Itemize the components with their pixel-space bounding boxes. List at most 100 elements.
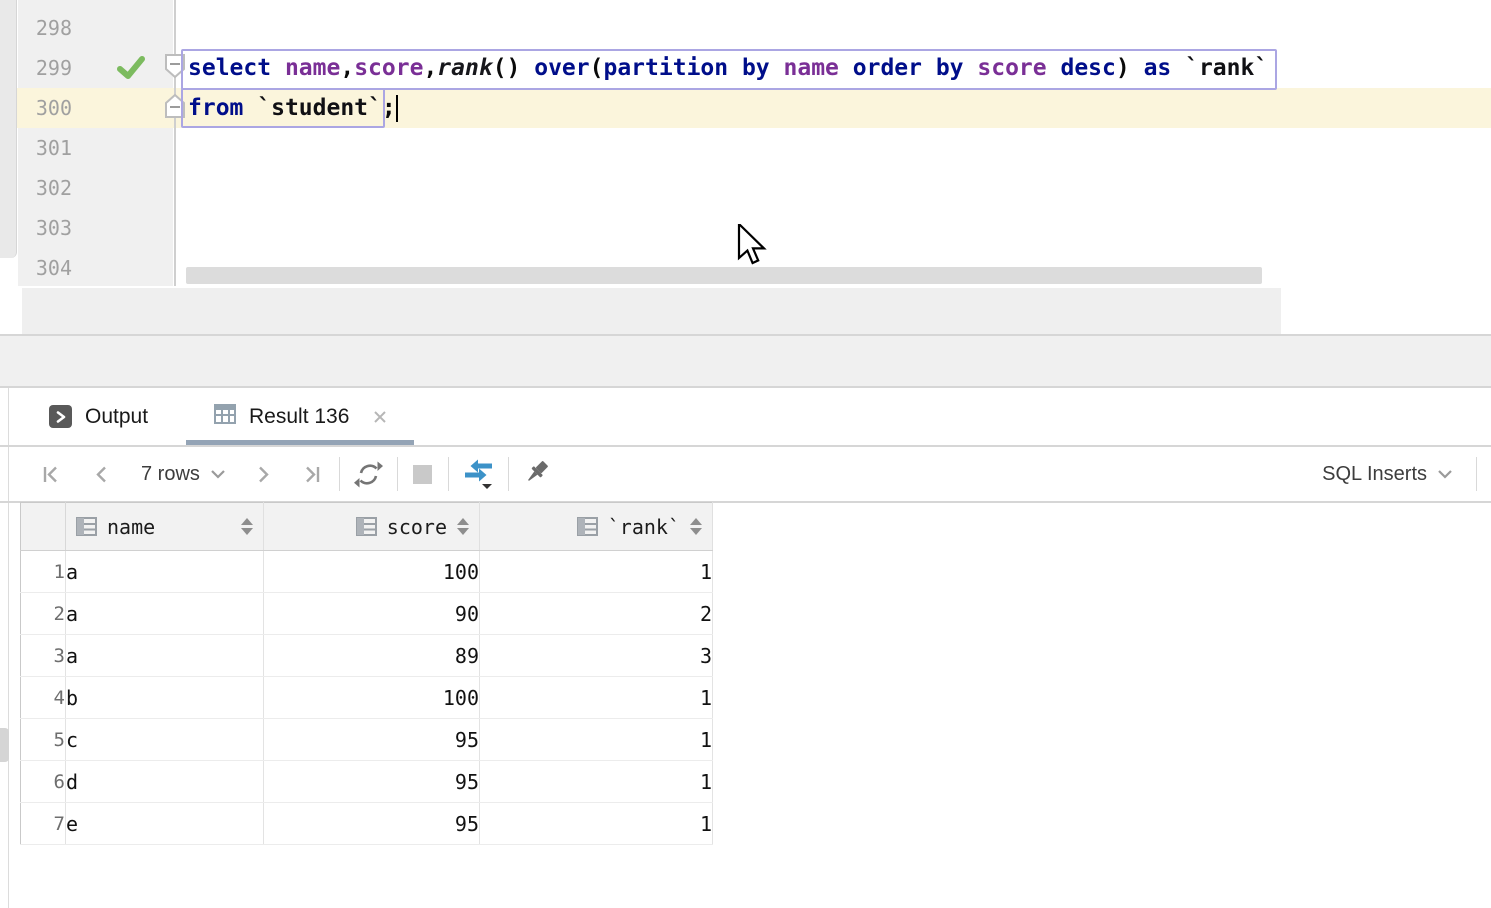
toolbar-separator (339, 457, 340, 491)
line-number: 301 (0, 128, 72, 168)
cell-score[interactable]: 100 (264, 551, 480, 593)
cell-rank[interactable]: 2 (480, 593, 713, 635)
extractor-label: SQL Inserts (1322, 463, 1427, 486)
fold-marker-collapse-icon[interactable] (164, 53, 186, 79)
code-token: rank (437, 55, 492, 81)
row-number-cell[interactable]: 6 (21, 761, 66, 803)
row-number-cell[interactable]: 2 (21, 593, 66, 635)
sort-arrows-icon (457, 518, 469, 535)
result-table-body: 1a10012a9023a8934b10015c9516d9517e951 (21, 551, 713, 845)
cell-score[interactable]: 89 (264, 635, 480, 677)
text-caret (396, 95, 398, 122)
code-token: `rank` (1185, 55, 1268, 81)
cell-rank[interactable]: 3 (480, 635, 713, 677)
code-token: () (493, 55, 535, 81)
fold-marker-expand-icon[interactable] (164, 93, 186, 119)
cell-score[interactable]: 90 (264, 593, 480, 635)
table-row: 6d951 (21, 761, 713, 803)
reload-data-button[interactable] (353, 459, 384, 490)
code-token: partition by (603, 55, 783, 81)
code-token: score (977, 55, 1060, 81)
cell-rank[interactable]: 1 (480, 761, 713, 803)
previous-page-button[interactable] (89, 461, 116, 488)
row-number-cell[interactable]: 1 (21, 551, 66, 593)
compare-data-button[interactable] (461, 456, 497, 492)
result-grid-icon (213, 402, 237, 431)
code-token: , (423, 55, 437, 81)
tab-result-label: Result 136 (249, 405, 349, 429)
line-number: 302 (0, 168, 72, 208)
stop-query-button[interactable] (413, 465, 432, 484)
cell-rank[interactable]: 1 (480, 719, 713, 761)
next-page-button[interactable] (249, 461, 276, 488)
last-page-button[interactable] (298, 461, 325, 488)
column-header-label: score (387, 515, 447, 539)
editor-horizontal-scrollbar[interactable] (186, 267, 1262, 284)
cell-name[interactable]: d (66, 761, 264, 803)
code-token: as (1144, 55, 1186, 81)
cell-score[interactable]: 100 (264, 677, 480, 719)
cell-name[interactable]: a (66, 551, 264, 593)
result-toolbar: 7 rows (9, 447, 1491, 501)
splitter-band[interactable] (0, 336, 1491, 386)
tab-output[interactable]: Output (39, 388, 148, 445)
code-token: score (354, 55, 423, 81)
column-header-label: `rank` (608, 515, 680, 539)
cell-name[interactable]: c (66, 719, 264, 761)
code-token: ( (590, 55, 604, 81)
table-row: 1a1001 (21, 551, 713, 593)
first-page-button[interactable] (38, 461, 65, 488)
statement-executed-check-icon[interactable] (116, 54, 146, 87)
column-header-score[interactable]: score (264, 503, 480, 551)
table-row: 3a893 (21, 635, 713, 677)
cell-score[interactable]: 95 (264, 761, 480, 803)
column-header-name[interactable]: name (66, 503, 264, 551)
line-number: 299 (0, 48, 72, 88)
cell-name[interactable]: a (66, 635, 264, 677)
result-grid: name score (20, 502, 713, 845)
cell-score[interactable]: 95 (264, 719, 480, 761)
sort-arrows-icon (690, 518, 702, 535)
table-row: 2a902 (21, 593, 713, 635)
tab-result-136[interactable]: Result 136 (186, 388, 414, 445)
line-number: 304 (0, 248, 72, 288)
code-token: from (188, 95, 257, 121)
cell-score[interactable]: 95 (264, 803, 480, 845)
pin-tab-button[interactable] (522, 459, 552, 489)
code-token: desc (1060, 55, 1115, 81)
table-row: 5c951 (21, 719, 713, 761)
cell-name[interactable]: b (66, 677, 264, 719)
row-number-cell[interactable]: 7 (21, 803, 66, 845)
code-line-300[interactable]: from `student`; (188, 88, 396, 128)
close-tab-icon[interactable] (371, 408, 389, 426)
chevron-down-icon (209, 467, 227, 481)
row-number-cell[interactable]: 3 (21, 635, 66, 677)
code-token: over (534, 55, 589, 81)
row-number-cell[interactable]: 5 (21, 719, 66, 761)
cell-name[interactable]: e (66, 803, 264, 845)
data-extractor-dropdown[interactable]: SQL Inserts (1322, 463, 1454, 486)
line-number: 298 (0, 8, 72, 48)
page-size-dropdown[interactable]: 7 rows (141, 463, 227, 486)
column-header-rank[interactable]: `rank` (480, 503, 713, 551)
row-number-cell[interactable]: 4 (21, 677, 66, 719)
cell-name[interactable]: a (66, 593, 264, 635)
code-token: name (285, 55, 340, 81)
cell-rank[interactable]: 1 (480, 677, 713, 719)
code-line-299[interactable]: select name,score,rank() over(partition … (188, 48, 1268, 88)
compare-arrows-icon (461, 456, 497, 492)
toolbar-separator (448, 457, 449, 491)
pin-icon (522, 459, 552, 489)
mouse-cursor-arrow (737, 224, 771, 275)
toolbar-separator (1476, 457, 1477, 491)
result-tabbar: Output Result 136 (9, 388, 1491, 445)
tab-output-label: Output (85, 405, 148, 429)
stop-icon (413, 465, 432, 484)
cell-rank[interactable]: 1 (480, 803, 713, 845)
toolwindow-side-handle[interactable] (0, 728, 9, 762)
column-grid-icon (577, 517, 598, 536)
code-token: name (784, 55, 853, 81)
table-row: 4b1001 (21, 677, 713, 719)
cell-rank[interactable]: 1 (480, 551, 713, 593)
code-token: `student` (257, 95, 382, 121)
